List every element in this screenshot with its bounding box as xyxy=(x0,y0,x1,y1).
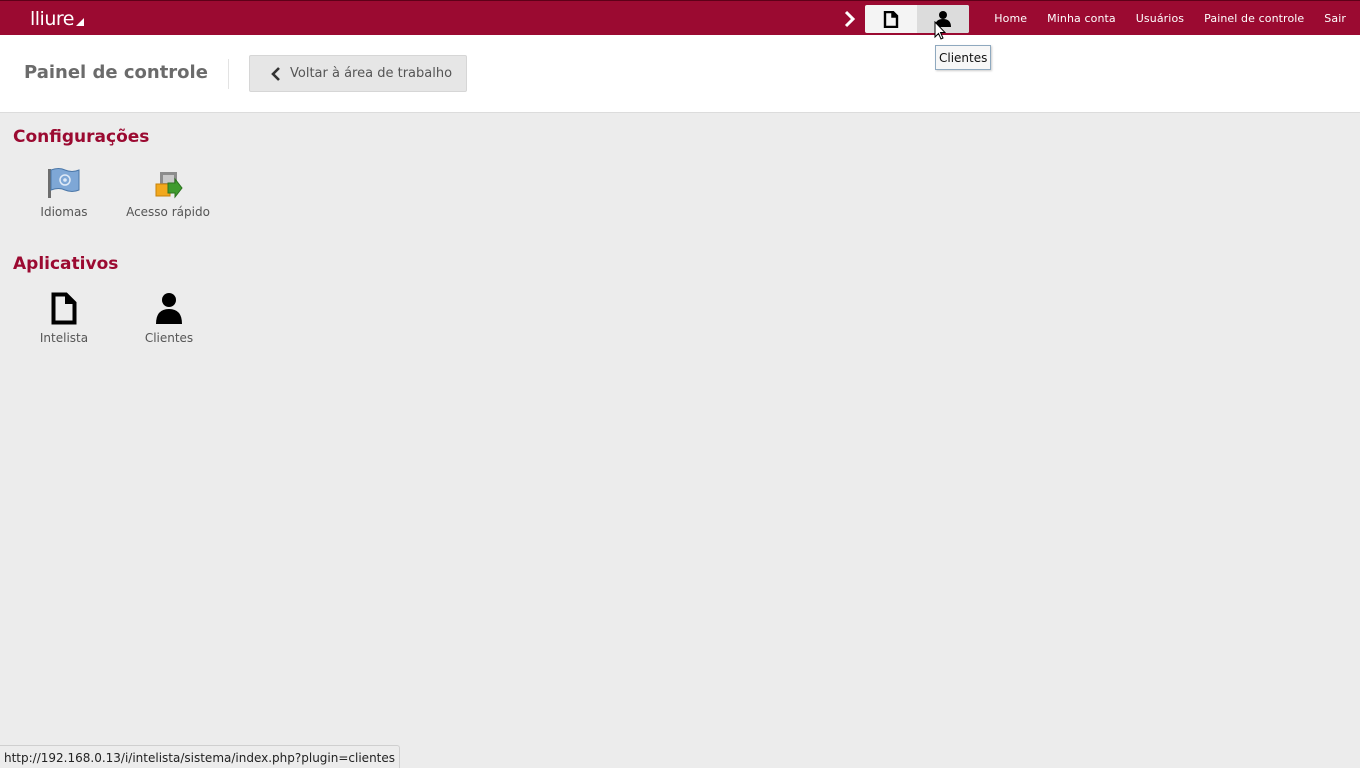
quick-launch-intelista[interactable] xyxy=(865,5,917,33)
back-to-desktop-button[interactable]: Voltar à área de trabalho xyxy=(249,55,467,92)
nav-painel-de-controle[interactable]: Painel de controle xyxy=(1204,12,1304,25)
nav-sair[interactable]: Sair xyxy=(1324,12,1346,25)
page-title: Painel de controle xyxy=(24,62,208,83)
logo-triangle-icon xyxy=(75,18,84,26)
document-icon xyxy=(51,292,77,325)
section-title-aplicativos: Aplicativos xyxy=(13,254,119,274)
mouse-cursor-icon xyxy=(934,21,946,40)
tile-clientes[interactable]: Clientes xyxy=(117,289,221,345)
flag-icon xyxy=(48,168,80,198)
back-button-label: Voltar à área de trabalho xyxy=(290,66,453,81)
shortcut-icon xyxy=(155,172,183,199)
top-navigation: Home Minha conta Usuários Painel de cont… xyxy=(974,1,1346,36)
tile-label: Clientes xyxy=(144,331,194,345)
nav-minha-conta[interactable]: Minha conta xyxy=(1047,12,1116,25)
tile-acesso-rapido[interactable]: Acesso rápido xyxy=(116,163,220,219)
logo[interactable]: lliure xyxy=(30,8,84,30)
header-divider xyxy=(228,59,229,89)
user-icon xyxy=(156,293,182,324)
status-bar-url: http://192.168.0.13/i/intelista/sistema/… xyxy=(0,745,401,768)
page-header: Painel de controle Voltar à área de trab… xyxy=(0,35,1360,113)
document-icon xyxy=(883,10,899,28)
tile-label: Idiomas xyxy=(40,205,88,219)
chevron-right-icon[interactable] xyxy=(843,10,857,28)
tile-idiomas[interactable]: Idiomas xyxy=(12,163,116,219)
tile-label: Intelista xyxy=(39,331,89,345)
nav-usuarios[interactable]: Usuários xyxy=(1136,12,1184,25)
tile-label: Acesso rápido xyxy=(126,205,210,219)
tooltip: Clientes xyxy=(935,45,992,70)
chevron-left-icon xyxy=(271,66,280,81)
top-bar: lliure Home Minha conta Usuários Painel … xyxy=(0,0,1360,35)
nav-home[interactable]: Home xyxy=(994,12,1027,25)
logo-text: lliure xyxy=(30,8,74,30)
tile-intelista[interactable]: Intelista xyxy=(12,289,116,345)
quick-launch-bar xyxy=(865,5,969,33)
section-title-configuracoes: Configurações xyxy=(13,127,150,147)
